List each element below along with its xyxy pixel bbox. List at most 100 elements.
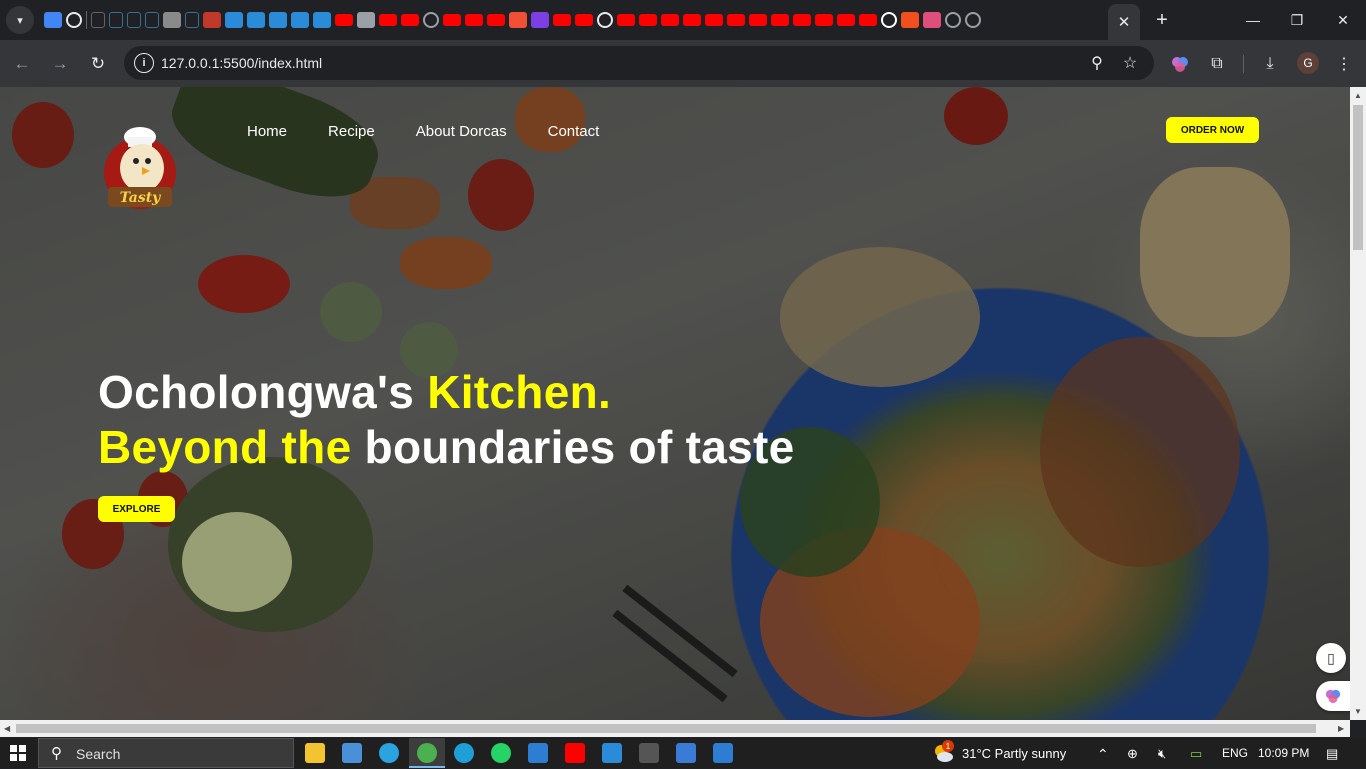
weather-icon[interactable]: 1 — [932, 740, 954, 764]
youtube-icon[interactable] — [565, 743, 585, 763]
vs-icon[interactable] — [357, 12, 375, 28]
ai-extension-icon[interactable] — [1168, 52, 1192, 76]
nav-about[interactable]: About Dorcas — [416, 123, 507, 140]
notifications-icon[interactable]: ▤ — [1326, 746, 1338, 762]
chevron-up-icon[interactable]: ⌃ — [1097, 746, 1109, 763]
site-logo[interactable]: Tasty — [102, 123, 178, 213]
youtube-icon[interactable] — [771, 14, 789, 26]
vs-purple-icon[interactable] — [531, 12, 549, 28]
page-icon[interactable] — [109, 12, 123, 28]
back-button[interactable]: ← — [9, 51, 35, 77]
image-icon[interactable] — [203, 12, 221, 28]
youtube-icon[interactable] — [487, 14, 505, 26]
tab-search-button[interactable]: ▾ — [6, 6, 34, 34]
youtube-icon[interactable] — [859, 14, 877, 26]
whatsapp-icon[interactable] — [491, 743, 511, 763]
file-explorer-icon[interactable] — [305, 743, 325, 763]
extensions-icon[interactable]: ⧉ — [1205, 52, 1229, 76]
download-icon[interactable]: ⤓ — [1258, 52, 1282, 76]
docs-icon[interactable] — [44, 12, 62, 28]
scroll-up-icon[interactable]: ▲ — [1354, 91, 1362, 100]
volume-muted-icon[interactable]: 🔇︎ — [1158, 746, 1166, 762]
more-menu-icon[interactable]: ⋮ — [1332, 52, 1356, 76]
globe-icon[interactable] — [423, 12, 439, 28]
ai-assistant-icon[interactable] — [1316, 681, 1350, 711]
windows-start-icon[interactable] — [10, 745, 26, 761]
youtube-icon[interactable] — [379, 14, 397, 26]
youtube-icon[interactable] — [335, 14, 353, 26]
youtube-icon[interactable] — [837, 14, 855, 26]
globe-icon[interactable] — [965, 12, 981, 28]
vscode-icon[interactable] — [602, 743, 622, 763]
vertical-scroll-thumb[interactable] — [1353, 105, 1363, 250]
figma-icon[interactable] — [901, 12, 919, 28]
app-icon[interactable] — [923, 12, 941, 28]
vscode-icon[interactable] — [225, 12, 243, 28]
youtube-icon[interactable] — [661, 14, 679, 26]
page-icon[interactable] — [127, 12, 141, 28]
git-icon[interactable] — [509, 12, 527, 28]
weather-text[interactable]: 31°C Partly sunny — [962, 746, 1066, 761]
youtube-icon[interactable] — [815, 14, 833, 26]
chrome-icon[interactable] — [417, 743, 437, 763]
page-icon[interactable] — [145, 12, 159, 28]
github-icon[interactable] — [66, 12, 82, 28]
page-icon[interactable] — [91, 12, 105, 28]
youtube-icon[interactable] — [553, 14, 571, 26]
nav-recipe[interactable]: Recipe — [328, 123, 375, 140]
image-icon[interactable] — [163, 12, 181, 28]
horizontal-scroll-thumb[interactable] — [16, 724, 1316, 733]
zoom-icon[interactable]: ⚲ — [1086, 52, 1108, 74]
taskbar-search[interactable]: ⚲ Search — [38, 738, 294, 768]
youtube-icon[interactable] — [401, 14, 419, 26]
terminal-icon[interactable] — [639, 743, 659, 763]
reading-mode-icon[interactable]: ▯ — [1316, 643, 1346, 673]
clock[interactable]: 10:09 PM — [1258, 746, 1309, 760]
page-icon[interactable] — [185, 12, 199, 28]
vscode-icon[interactable] — [313, 12, 331, 28]
github-icon[interactable] — [597, 12, 613, 28]
profile-avatar[interactable]: G — [1297, 52, 1319, 74]
youtube-icon[interactable] — [705, 14, 723, 26]
bookmark-star-icon[interactable]: ☆ — [1119, 52, 1141, 74]
nav-contact[interactable]: Contact — [548, 123, 600, 140]
new-tab-button[interactable]: + — [1150, 8, 1174, 32]
forward-button[interactable]: → — [47, 51, 73, 77]
reload-button[interactable]: ↻ — [85, 51, 111, 77]
google-icon[interactable] — [881, 12, 897, 28]
language-indicator[interactable]: ENG — [1222, 746, 1248, 760]
order-now-button[interactable]: ORDER NOW — [1166, 117, 1259, 143]
battery-icon[interactable]: ▭ — [1190, 746, 1202, 762]
youtube-icon[interactable] — [727, 14, 745, 26]
app-icon[interactable] — [713, 743, 733, 763]
site-info-icon[interactable]: i — [134, 53, 154, 73]
vertical-scrollbar[interactable]: ▲ ▼ — [1350, 87, 1366, 720]
url-text[interactable]: 127.0.0.1:5500/index.html — [161, 55, 322, 71]
youtube-icon[interactable] — [443, 14, 461, 26]
network-globe-icon[interactable]: ⊕ — [1127, 746, 1138, 762]
youtube-icon[interactable] — [575, 14, 593, 26]
youtube-icon[interactable] — [639, 14, 657, 26]
explore-button[interactable]: EXPLORE — [98, 496, 175, 522]
azure-icon[interactable] — [676, 743, 696, 763]
scroll-down-icon[interactable]: ▼ — [1354, 707, 1362, 716]
vscode-icon[interactable] — [269, 12, 287, 28]
youtube-icon[interactable] — [793, 14, 811, 26]
vscode-icon[interactable] — [291, 12, 309, 28]
edge-icon[interactable] — [454, 743, 474, 763]
active-tab[interactable]: ✕ — [1108, 4, 1140, 40]
store-icon[interactable] — [342, 743, 362, 763]
horizontal-scrollbar[interactable]: ◀ ▶ — [0, 720, 1350, 737]
nav-home[interactable]: Home — [247, 123, 287, 140]
scroll-left-icon[interactable]: ◀ — [4, 724, 10, 733]
phone-icon[interactable] — [528, 743, 548, 763]
youtube-icon[interactable] — [617, 14, 635, 26]
scroll-right-icon[interactable]: ▶ — [1338, 724, 1344, 733]
restore-button[interactable]: ❐ — [1282, 8, 1312, 32]
close-window-button[interactable]: ✕ — [1328, 8, 1358, 32]
youtube-icon[interactable] — [683, 14, 701, 26]
globe-icon[interactable] — [945, 12, 961, 28]
telegram-icon[interactable] — [379, 743, 399, 763]
minimize-button[interactable]: — — [1238, 8, 1268, 32]
vscode-icon[interactable] — [247, 12, 265, 28]
